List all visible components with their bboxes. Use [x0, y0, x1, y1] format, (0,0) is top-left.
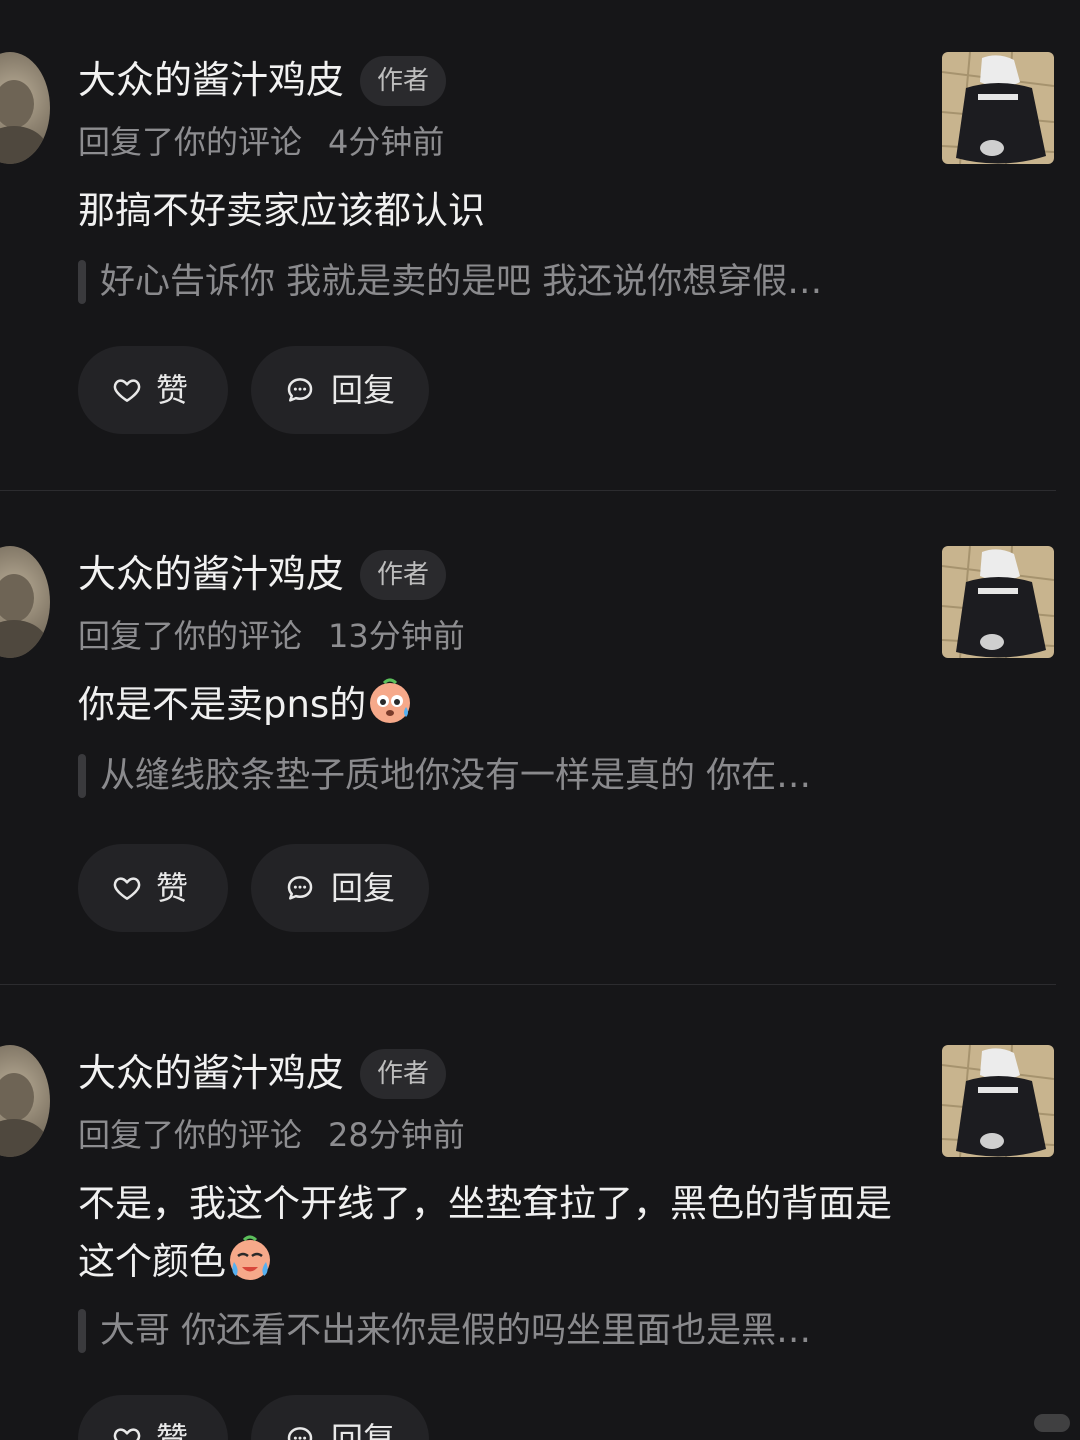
avatar[interactable] — [0, 1045, 50, 1157]
quote-text: 好心告诉你 我就是卖的是吧 我还说你想穿假… — [100, 262, 823, 302]
like-label: 赞 — [156, 371, 189, 409]
post-thumbnail[interactable] — [942, 52, 1054, 164]
sweat-face-emoji — [370, 678, 411, 723]
divider — [0, 490, 1056, 491]
like-button[interactable]: 赞 — [78, 346, 228, 434]
reply-content[interactable]: 那搞不好卖家应该都认识 — [78, 182, 908, 240]
heart-icon — [113, 379, 141, 402]
quote-bar — [78, 1309, 86, 1353]
reply-text: 不是，我这个开线了，坐垫耷拉了，黑色的背面是这个颜色 — [78, 1182, 892, 1283]
like-button[interactable]: 赞 — [78, 1395, 228, 1440]
notification-meta: 回复了你的评论 13分钟前 — [78, 614, 465, 658]
reply-text: 你是不是卖pns的 — [78, 683, 367, 726]
author-badge: 作者 — [360, 1049, 446, 1099]
avatar[interactable] — [0, 546, 50, 658]
author-badge: 作者 — [360, 550, 446, 600]
heart-icon — [113, 877, 141, 900]
notification-meta: 回复了你的评论 28分钟前 — [78, 1113, 465, 1157]
timestamp: 28分钟前 — [328, 1116, 465, 1154]
like-button[interactable]: 赞 — [78, 844, 228, 932]
notification-item[interactable]: 大众的酱汁鸡皮 作者 回复了你的评论 13分钟前 你是不是卖pns的 从缝线胶条垫… — [0, 494, 1080, 992]
divider — [0, 984, 1056, 985]
action-text: 回复了你的评论 — [78, 1116, 303, 1154]
author-badge: 作者 — [360, 56, 446, 106]
comment-bubble-icon — [287, 876, 313, 900]
reply-button[interactable]: 回复 — [251, 844, 429, 932]
reply-content[interactable]: 你是不是卖pns的 — [78, 676, 908, 734]
watermark-logo — [1034, 1414, 1070, 1432]
post-thumbnail[interactable] — [942, 1045, 1054, 1157]
user-name[interactable]: 大众的酱汁鸡皮 — [78, 52, 344, 108]
quote-bar — [78, 260, 86, 304]
comment-bubble-icon — [287, 1427, 313, 1440]
notification-meta: 回复了你的评论 4分钟前 — [78, 120, 444, 164]
like-label: 赞 — [156, 1420, 189, 1440]
user-name[interactable]: 大众的酱汁鸡皮 — [78, 1045, 344, 1101]
quote-text: 大哥 你还看不出来你是假的吗坐里面也是黑… — [100, 1311, 812, 1351]
reply-button[interactable]: 回复 — [251, 1395, 429, 1440]
comment-bubble-icon — [287, 378, 313, 402]
timestamp: 13分钟前 — [328, 617, 465, 655]
post-thumbnail[interactable] — [942, 546, 1054, 658]
reply-label: 回复 — [331, 371, 396, 409]
quoted-comment[interactable]: 从缝线胶条垫子质地你没有一样是真的 你在… — [78, 750, 938, 802]
quote-bar — [78, 754, 86, 798]
like-label: 赞 — [156, 869, 189, 907]
crying-face-emoji — [230, 1235, 270, 1280]
action-text: 回复了你的评论 — [78, 123, 303, 161]
notification-item[interactable]: 大众的酱汁鸡皮 作者 回复了你的评论 28分钟前 不是，我这个开线了，坐垫耷拉了，… — [0, 993, 1080, 1440]
notification-item[interactable]: 大众的酱汁鸡皮 作者 回复了你的评论 4分钟前 那搞不好卖家应该都认识 好心告诉你… — [0, 0, 1080, 498]
reply-text: 那搞不好卖家应该都认识 — [78, 189, 485, 232]
notification-list: 大众的酱汁鸡皮 作者 回复了你的评论 4分钟前 那搞不好卖家应该都认识 好心告诉你… — [0, 0, 1080, 1440]
heart-icon — [113, 1428, 141, 1440]
quoted-comment[interactable]: 好心告诉你 我就是卖的是吧 我还说你想穿假… — [78, 256, 938, 308]
reply-label: 回复 — [331, 1420, 396, 1440]
reply-label: 回复 — [331, 869, 396, 907]
reply-content[interactable]: 不是，我这个开线了，坐垫耷拉了，黑色的背面是这个颜色 — [78, 1175, 908, 1291]
quoted-comment[interactable]: 大哥 你还看不出来你是假的吗坐里面也是黑… — [78, 1305, 938, 1357]
quote-text: 从缝线胶条垫子质地你没有一样是真的 你在… — [100, 756, 812, 796]
user-name[interactable]: 大众的酱汁鸡皮 — [78, 546, 344, 602]
timestamp: 4分钟前 — [328, 123, 445, 161]
avatar[interactable] — [0, 52, 50, 164]
action-text: 回复了你的评论 — [78, 617, 303, 655]
reply-button[interactable]: 回复 — [251, 346, 429, 434]
